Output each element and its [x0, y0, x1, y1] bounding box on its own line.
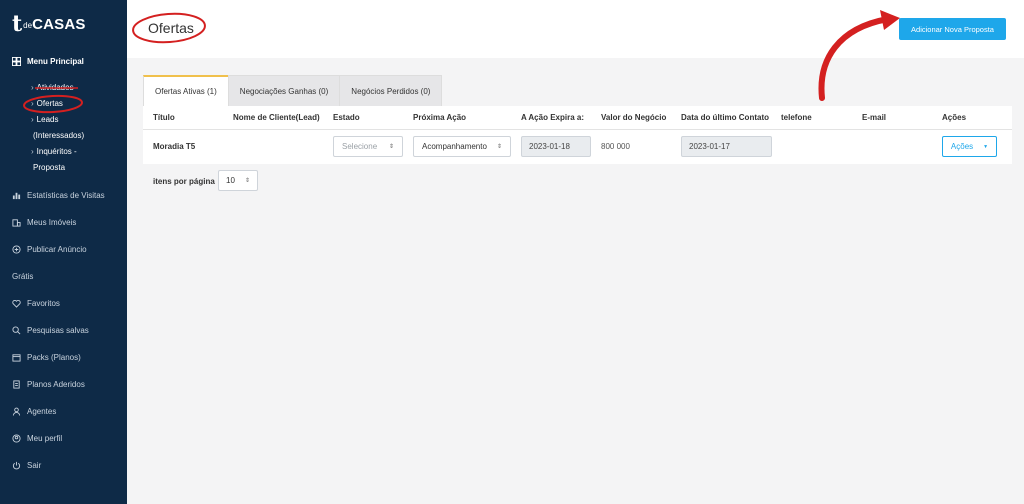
sidebar-item-label: Planos Aderidos	[27, 380, 85, 389]
sidebar-item-label: Estatísticas de Visitas	[27, 191, 105, 200]
acoes-label: Ações	[950, 142, 974, 151]
items-per-page-select[interactable]: 10 ⇕	[218, 170, 258, 191]
ultimo-contato-field[interactable]: 2023-01-17	[681, 136, 772, 157]
sidebar-item-label: Meus Imóveis	[27, 218, 77, 227]
col-nome-cliente: Nome de Cliente(Lead)	[233, 113, 320, 122]
sidebar-item-label: Meu perfil	[27, 434, 63, 443]
col-expira: A Ação Expira a:	[521, 113, 584, 122]
sidebar-item-agentes[interactable]: Agentes	[12, 407, 56, 416]
search-icon	[12, 326, 21, 335]
chevron-right-icon: ›	[31, 147, 34, 156]
header-divider	[143, 129, 1012, 130]
cell-valor: 800 000	[601, 142, 630, 151]
heart-icon	[12, 299, 21, 308]
chevron-updown-icon: ⇕	[244, 178, 250, 184]
logo-de: de	[23, 20, 33, 30]
sidebar-item-label: Grátis	[12, 272, 34, 281]
sidebar-item-label: Favoritos	[27, 299, 60, 308]
chevron-updown-icon: ⇕	[388, 144, 394, 150]
items-per-page-label: itens por página	[153, 177, 215, 186]
chevron-right-icon: ›	[31, 99, 34, 108]
menu-principal-label: Menu Principal	[27, 57, 84, 66]
logo-mark: t	[12, 11, 23, 37]
caret-down-icon: ▼	[983, 143, 989, 150]
col-estado: Estado	[333, 113, 360, 122]
sidebar-item-label: Publicar Anúncio	[27, 245, 87, 254]
col-acoes: Ações	[942, 113, 967, 122]
sidebar-item-label: Proposta	[33, 163, 66, 172]
add-proposal-button[interactable]: Adicionar Nova Proposta	[899, 18, 1006, 40]
sidebar-item-label: Agentes	[27, 407, 57, 416]
document-icon	[12, 380, 21, 389]
chevron-right-icon: ›	[31, 115, 34, 124]
box-icon	[12, 353, 21, 362]
chevron-updown-icon: ⇕	[496, 144, 502, 150]
sidebar-item-proposta[interactable]: Proposta	[33, 160, 65, 176]
sidebar-item-inqueritos[interactable]: › Inquéritos -	[31, 144, 77, 160]
sidebar-item-planos[interactable]: Planos Aderidos	[12, 380, 85, 389]
page-header: Ofertas Adicionar Nova Proposta	[127, 0, 1024, 58]
sidebar-item-label: Pesquisas salvas	[27, 326, 89, 335]
tabs: Ofertas Ativas (1) Negociações Ganhas (0…	[143, 75, 443, 106]
sidebar-item-estatisticas[interactable]: Estatísticas de Visitas	[12, 191, 105, 200]
sidebar-item-label: (Interessados)	[33, 131, 85, 140]
cell-titulo: Moradia T5	[153, 142, 196, 151]
sidebar-item-atividades[interactable]: › Atividades	[31, 80, 74, 96]
logo-casas: CASAS	[32, 15, 86, 33]
sidebar-item-publicar[interactable]: Publicar Anúncio	[12, 245, 87, 254]
sidebar-item-label: Atividades	[36, 83, 74, 92]
menu-principal[interactable]: Menu Principal	[12, 57, 84, 66]
sidebar-item-favoritos[interactable]: Favoritos	[12, 299, 60, 308]
sidebar-item-label: Sair	[27, 461, 42, 470]
items-per-page-value: 10	[226, 176, 235, 185]
sidebar-item-packs[interactable]: Packs (Planos)	[12, 353, 81, 362]
sidebar-item-leads-sub[interactable]: (Interessados)	[33, 128, 84, 144]
sidebar-item-label: Leads	[36, 115, 59, 124]
sidebar-item-meus-imoveis[interactable]: Meus Imóveis	[12, 218, 76, 227]
sidebar-item-pesquisas[interactable]: Pesquisas salvas	[12, 326, 89, 335]
sidebar-item-label: Ofertas	[36, 99, 63, 108]
sidebar: t de CASAS Menu Principal › Atividades › O…	[0, 0, 127, 504]
acoes-dropdown-button[interactable]: Ações ▼	[942, 136, 997, 157]
page-title: Ofertas	[148, 20, 194, 36]
power-icon	[12, 461, 21, 470]
dashboard-icon	[12, 57, 21, 66]
sidebar-item-ofertas[interactable]: › Ofertas	[31, 96, 63, 112]
col-valor: Valor do Negócio	[601, 113, 667, 122]
estado-select-value: Selecione	[342, 142, 378, 151]
sidebar-item-meu-perfil[interactable]: Meu perfil	[12, 434, 62, 443]
user-icon	[12, 407, 21, 416]
col-proxima-acao: Próxima Ação	[413, 113, 467, 122]
profile-icon	[12, 434, 21, 443]
sidebar-item-gratis[interactable]: Grátis	[12, 272, 33, 281]
col-email: E-mail	[862, 113, 887, 122]
expira-field[interactable]: 2023-01-18	[521, 136, 591, 157]
tab-ofertas-ativas[interactable]: Ofertas Ativas (1)	[143, 75, 229, 106]
col-titulo: Título	[153, 113, 175, 122]
estado-select[interactable]: Selecione ⇕	[333, 136, 403, 157]
plus-circle-icon	[12, 245, 21, 254]
col-telefone: telefone	[781, 113, 812, 122]
tab-negociacoes-ganhas[interactable]: Negociações Ganhas (0)	[227, 75, 341, 106]
building-icon	[12, 218, 21, 227]
tab-negocios-perdidos[interactable]: Negócios Perdidos (0)	[339, 75, 443, 106]
sidebar-item-sair[interactable]: Sair	[12, 461, 41, 470]
bar-chart-icon	[12, 191, 21, 200]
proxima-acao-value: Acompanhamento	[422, 142, 487, 151]
col-ultimo-contato: Data do último Contato	[681, 113, 769, 122]
sidebar-item-label: Inquéritos -	[36, 147, 77, 156]
proxima-acao-select[interactable]: Acompanhamento ⇕	[413, 136, 511, 157]
sidebar-item-label: Packs (Planos)	[27, 353, 81, 362]
offers-table: Título Nome de Cliente(Lead) Estado Próx…	[143, 106, 1012, 164]
sidebar-item-leads[interactable]: › Leads	[31, 112, 58, 128]
brand-logo[interactable]: t de CASAS	[12, 11, 86, 37]
chevron-right-icon: ›	[31, 83, 34, 92]
